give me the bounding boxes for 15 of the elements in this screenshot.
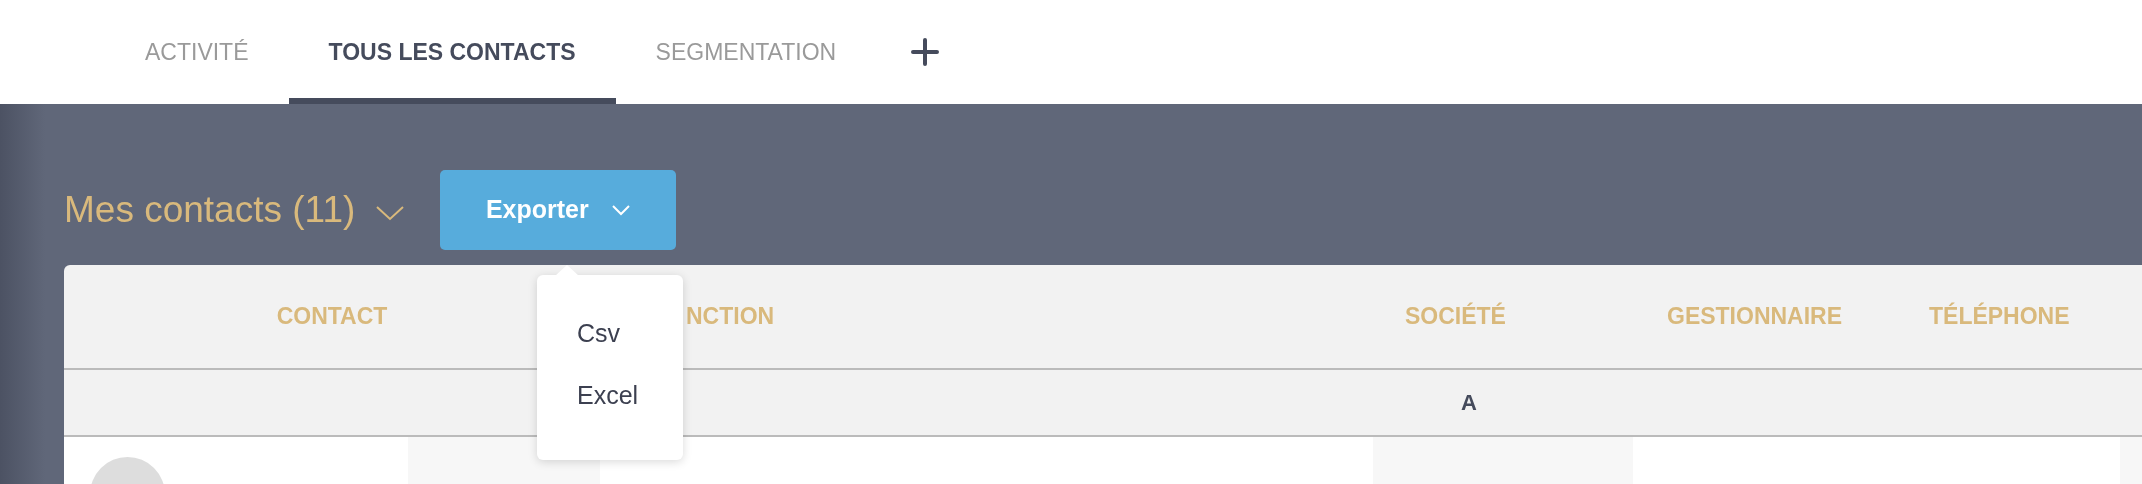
group-letter: A	[1461, 390, 1477, 415]
tab[interactable]: ACTIVITÉ	[105, 0, 289, 104]
table-cell	[2120, 437, 2142, 484]
column-header[interactable]: NCTION	[686, 303, 775, 330]
chevron-down-icon[interactable]	[375, 205, 406, 221]
column-header[interactable]: CONTACT	[276, 303, 388, 330]
export-button[interactable]: Exporter	[440, 170, 677, 250]
column-header[interactable]: GESTIONNAIRE	[1667, 303, 1843, 330]
tab[interactable]: SEGMENTATION	[615, 0, 877, 104]
menu-item[interactable]: Excel	[537, 364, 683, 426]
column-header[interactable]: TÉLÉPHONE	[1929, 303, 2070, 330]
menu-item[interactable]: Csv	[537, 303, 683, 365]
chevron-down-icon	[610, 204, 631, 216]
contact-list-title: Mes contacts (11)	[64, 188, 356, 233]
column-header[interactable]: SOCIÉTÉ	[1405, 303, 1506, 330]
